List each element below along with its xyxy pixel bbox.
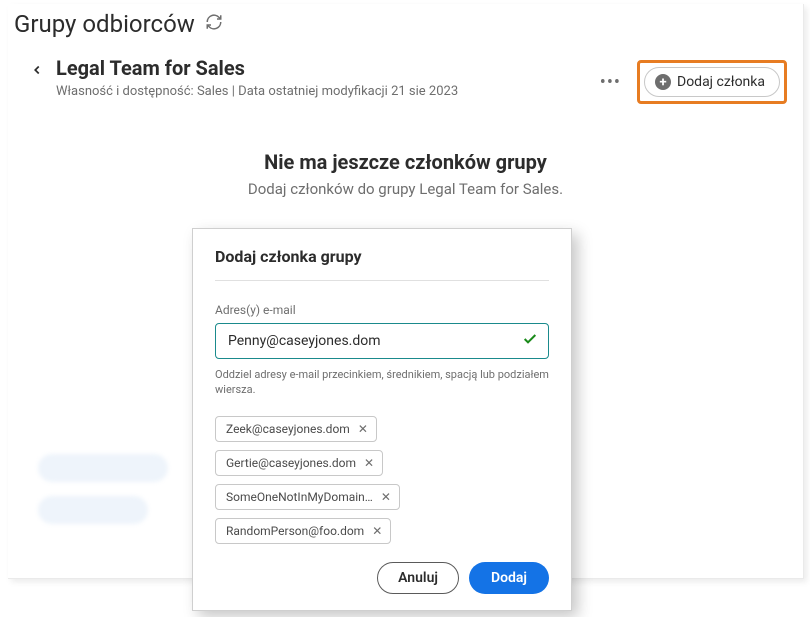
add-member-highlight: + Dodaj członka <box>637 60 787 104</box>
chip-label: RandomPerson@foo.dom <box>226 524 364 538</box>
email-label: Adres(y) e-mail <box>215 303 549 317</box>
back-chevron-icon[interactable] <box>30 56 56 80</box>
page-title: Grupy odbiorców <box>14 10 195 38</box>
chip-remove-icon[interactable]: ✕ <box>372 524 382 538</box>
background-blob <box>38 454 168 482</box>
email-input[interactable] <box>228 333 522 349</box>
email-input-wrap[interactable] <box>215 323 549 359</box>
chip-label: Zeek@caseyjones.dom <box>226 422 350 436</box>
chip-remove-icon[interactable]: ✕ <box>381 490 391 504</box>
chip-remove-icon[interactable]: ✕ <box>364 456 374 470</box>
email-chip[interactable]: Zeek@caseyjones.dom ✕ <box>215 416 377 442</box>
empty-state-title: Nie ma jeszcze członków grupy <box>8 150 803 174</box>
email-chip[interactable]: Gertie@caseyjones.dom ✕ <box>215 450 383 476</box>
plus-circle-icon: + <box>655 74 671 90</box>
email-chip[interactable]: SomeOneNotInMyDomain… ✕ <box>215 484 400 510</box>
chip-label: Gertie@caseyjones.dom <box>226 456 356 470</box>
add-button[interactable]: Dodaj <box>469 562 549 594</box>
email-chip[interactable]: RandomPerson@foo.dom ✕ <box>215 518 391 544</box>
group-meta: Własność i dostępność: Sales | Data osta… <box>56 84 596 99</box>
cancel-button[interactable]: Anuluj <box>377 562 459 594</box>
dialog-title: Dodaj członka grupy <box>215 247 549 281</box>
email-chips: Zeek@caseyjones.dom ✕ Gertie@caseyjones.… <box>215 416 549 544</box>
group-name: Legal Team for Sales <box>56 56 596 80</box>
add-member-button[interactable]: + Dodaj członka <box>644 67 780 97</box>
empty-state-subtitle: Dodaj członków do grupy Legal Team for S… <box>8 180 803 198</box>
check-icon <box>522 331 538 351</box>
add-member-dialog: Dodaj członka grupy Adres(y) e-mail Oddz… <box>192 228 572 611</box>
chip-label: SomeOneNotInMyDomain… <box>226 490 373 504</box>
chip-remove-icon[interactable]: ✕ <box>358 422 368 436</box>
background-blob <box>38 496 148 524</box>
email-hint: Oddziel adresy e-mail przecinkiem, średn… <box>215 367 549 398</box>
more-icon[interactable]: ••• <box>596 72 625 93</box>
refresh-icon[interactable] <box>205 13 223 35</box>
add-member-label: Dodaj członka <box>677 74 765 90</box>
